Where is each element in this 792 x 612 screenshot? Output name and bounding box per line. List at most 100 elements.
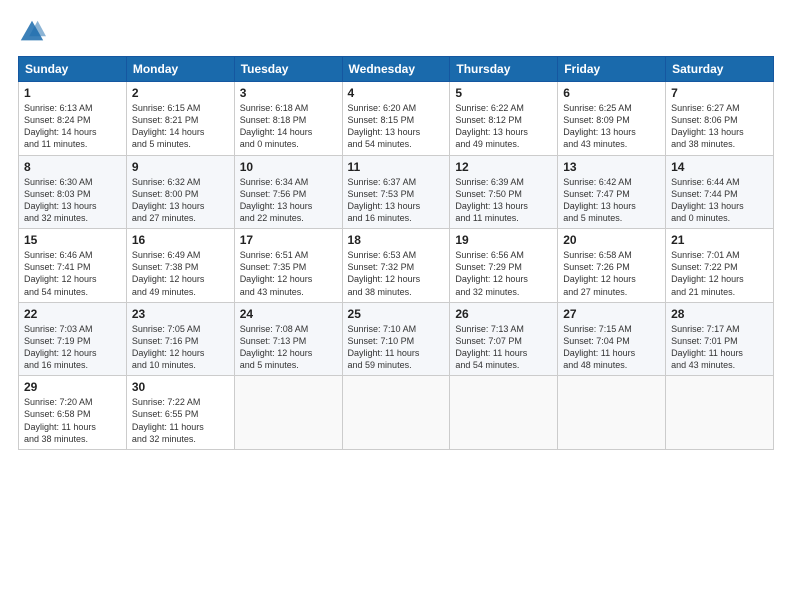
day-number: 24 xyxy=(240,307,337,321)
cell-info: Sunrise: 7:08 AMSunset: 7:13 PMDaylight:… xyxy=(240,323,337,372)
calendar-cell xyxy=(234,376,342,450)
day-number: 15 xyxy=(24,233,121,247)
logo-icon xyxy=(18,18,46,46)
calendar-table: SundayMondayTuesdayWednesdayThursdayFrid… xyxy=(18,56,774,450)
calendar-cell: 2 Sunrise: 6:15 AMSunset: 8:21 PMDaylight… xyxy=(126,82,234,156)
cell-info: Sunrise: 6:58 AMSunset: 7:26 PMDaylight:… xyxy=(563,249,660,298)
day-number: 3 xyxy=(240,86,337,100)
calendar-cell xyxy=(342,376,450,450)
cell-info: Sunrise: 7:20 AMSunset: 6:58 PMDaylight:… xyxy=(24,396,121,445)
calendar-header-wednesday: Wednesday xyxy=(342,57,450,82)
calendar-cell: 14 Sunrise: 6:44 AMSunset: 7:44 PMDayligh… xyxy=(666,155,774,229)
day-number: 6 xyxy=(563,86,660,100)
day-number: 12 xyxy=(455,160,552,174)
cell-info: Sunrise: 6:53 AMSunset: 7:32 PMDaylight:… xyxy=(348,249,445,298)
calendar-cell: 21 Sunrise: 7:01 AMSunset: 7:22 PMDayligh… xyxy=(666,229,774,303)
cell-info: Sunrise: 6:37 AMSunset: 7:53 PMDaylight:… xyxy=(348,176,445,225)
day-number: 9 xyxy=(132,160,229,174)
cell-info: Sunrise: 6:51 AMSunset: 7:35 PMDaylight:… xyxy=(240,249,337,298)
calendar-header-tuesday: Tuesday xyxy=(234,57,342,82)
calendar-cell: 7Sunrise: 6:27 AMSunset: 8:06 PMDaylight… xyxy=(666,82,774,156)
cell-info: Sunrise: 6:39 AMSunset: 7:50 PMDaylight:… xyxy=(455,176,552,225)
day-number: 28 xyxy=(671,307,768,321)
cell-info: Sunrise: 6:44 AMSunset: 7:44 PMDaylight:… xyxy=(671,176,768,225)
calendar-cell: 8 Sunrise: 6:30 AMSunset: 8:03 PMDaylight… xyxy=(19,155,127,229)
calendar-week-row: 22Sunrise: 7:03 AMSunset: 7:19 PMDayligh… xyxy=(19,302,774,376)
calendar-cell: 5 Sunrise: 6:22 AMSunset: 8:12 PMDaylight… xyxy=(450,82,558,156)
day-number: 18 xyxy=(348,233,445,247)
day-number: 25 xyxy=(348,307,445,321)
cell-info: Sunrise: 7:22 AMSunset: 6:55 PMDaylight:… xyxy=(132,396,229,445)
calendar-cell: 24 Sunrise: 7:08 AMSunset: 7:13 PMDayligh… xyxy=(234,302,342,376)
calendar-cell: 23 Sunrise: 7:05 AMSunset: 7:16 PMDayligh… xyxy=(126,302,234,376)
calendar-cell: 3 Sunrise: 6:18 AMSunset: 8:18 PMDaylight… xyxy=(234,82,342,156)
header xyxy=(18,18,774,46)
day-number: 1 xyxy=(24,86,121,100)
calendar-cell: 27 Sunrise: 7:15 AMSunset: 7:04 PMDayligh… xyxy=(558,302,666,376)
cell-info: Sunrise: 6:27 AMSunset: 8:06 PMDaylight:… xyxy=(671,102,768,151)
day-number: 10 xyxy=(240,160,337,174)
calendar-week-row: 8 Sunrise: 6:30 AMSunset: 8:03 PMDaylight… xyxy=(19,155,774,229)
calendar-cell: 19 Sunrise: 6:56 AMSunset: 7:29 PMDayligh… xyxy=(450,229,558,303)
calendar-cell: 30 Sunrise: 7:22 AMSunset: 6:55 PMDayligh… xyxy=(126,376,234,450)
calendar-cell: 28 Sunrise: 7:17 AMSunset: 7:01 PMDayligh… xyxy=(666,302,774,376)
day-number: 13 xyxy=(563,160,660,174)
calendar-cell: 4Sunrise: 6:20 AMSunset: 8:15 PMDaylight… xyxy=(342,82,450,156)
cell-info: Sunrise: 6:30 AMSunset: 8:03 PMDaylight:… xyxy=(24,176,121,225)
calendar-cell: 16Sunrise: 6:49 AMSunset: 7:38 PMDayligh… xyxy=(126,229,234,303)
cell-info: Sunrise: 6:20 AMSunset: 8:15 PMDaylight:… xyxy=(348,102,445,151)
cell-info: Sunrise: 6:25 AMSunset: 8:09 PMDaylight:… xyxy=(563,102,660,151)
day-number: 22 xyxy=(24,307,121,321)
calendar-cell: 13 Sunrise: 6:42 AMSunset: 7:47 PMDayligh… xyxy=(558,155,666,229)
calendar-header-saturday: Saturday xyxy=(666,57,774,82)
day-number: 23 xyxy=(132,307,229,321)
calendar-week-row: 29Sunrise: 7:20 AMSunset: 6:58 PMDayligh… xyxy=(19,376,774,450)
calendar-cell xyxy=(666,376,774,450)
day-number: 30 xyxy=(132,380,229,394)
calendar-cell: 12 Sunrise: 6:39 AMSunset: 7:50 PMDayligh… xyxy=(450,155,558,229)
day-number: 19 xyxy=(455,233,552,247)
page: SundayMondayTuesdayWednesdayThursdayFrid… xyxy=(0,0,792,612)
day-number: 16 xyxy=(132,233,229,247)
day-number: 26 xyxy=(455,307,552,321)
cell-info: Sunrise: 6:18 AMSunset: 8:18 PMDaylight:… xyxy=(240,102,337,151)
day-number: 27 xyxy=(563,307,660,321)
day-number: 11 xyxy=(348,160,445,174)
calendar-cell: 6 Sunrise: 6:25 AMSunset: 8:09 PMDaylight… xyxy=(558,82,666,156)
calendar-cell: 18 Sunrise: 6:53 AMSunset: 7:32 PMDayligh… xyxy=(342,229,450,303)
cell-info: Sunrise: 7:10 AMSunset: 7:10 PMDaylight:… xyxy=(348,323,445,372)
calendar-cell xyxy=(450,376,558,450)
cell-info: Sunrise: 6:13 AMSunset: 8:24 PMDaylight:… xyxy=(24,102,121,151)
calendar-header-monday: Monday xyxy=(126,57,234,82)
calendar-header-thursday: Thursday xyxy=(450,57,558,82)
calendar-header-row: SundayMondayTuesdayWednesdayThursdayFrid… xyxy=(19,57,774,82)
cell-info: Sunrise: 7:01 AMSunset: 7:22 PMDaylight:… xyxy=(671,249,768,298)
cell-info: Sunrise: 6:34 AMSunset: 7:56 PMDaylight:… xyxy=(240,176,337,225)
day-number: 8 xyxy=(24,160,121,174)
day-number: 2 xyxy=(132,86,229,100)
calendar-cell: 20Sunrise: 6:58 AMSunset: 7:26 PMDayligh… xyxy=(558,229,666,303)
day-number: 14 xyxy=(671,160,768,174)
calendar-cell: 26 Sunrise: 7:13 AMSunset: 7:07 PMDayligh… xyxy=(450,302,558,376)
cell-info: Sunrise: 7:15 AMSunset: 7:04 PMDaylight:… xyxy=(563,323,660,372)
cell-info: Sunrise: 6:42 AMSunset: 7:47 PMDaylight:… xyxy=(563,176,660,225)
calendar-cell: 11 Sunrise: 6:37 AMSunset: 7:53 PMDayligh… xyxy=(342,155,450,229)
day-number: 17 xyxy=(240,233,337,247)
calendar-week-row: 15 Sunrise: 6:46 AMSunset: 7:41 PMDayligh… xyxy=(19,229,774,303)
logo xyxy=(18,18,50,46)
cell-info: Sunrise: 7:17 AMSunset: 7:01 PMDaylight:… xyxy=(671,323,768,372)
calendar-header-sunday: Sunday xyxy=(19,57,127,82)
cell-info: Sunrise: 7:05 AMSunset: 7:16 PMDaylight:… xyxy=(132,323,229,372)
cell-info: Sunrise: 6:15 AMSunset: 8:21 PMDaylight:… xyxy=(132,102,229,151)
calendar-cell: 17 Sunrise: 6:51 AMSunset: 7:35 PMDayligh… xyxy=(234,229,342,303)
cell-info: Sunrise: 7:13 AMSunset: 7:07 PMDaylight:… xyxy=(455,323,552,372)
calendar-cell: 9Sunrise: 6:32 AMSunset: 8:00 PMDaylight… xyxy=(126,155,234,229)
cell-info: Sunrise: 6:22 AMSunset: 8:12 PMDaylight:… xyxy=(455,102,552,151)
calendar-week-row: 1 Sunrise: 6:13 AMSunset: 8:24 PMDaylight… xyxy=(19,82,774,156)
cell-info: Sunrise: 6:46 AMSunset: 7:41 PMDaylight:… xyxy=(24,249,121,298)
cell-info: Sunrise: 6:56 AMSunset: 7:29 PMDaylight:… xyxy=(455,249,552,298)
day-number: 21 xyxy=(671,233,768,247)
day-number: 5 xyxy=(455,86,552,100)
calendar-cell: 29Sunrise: 7:20 AMSunset: 6:58 PMDayligh… xyxy=(19,376,127,450)
calendar-cell xyxy=(558,376,666,450)
